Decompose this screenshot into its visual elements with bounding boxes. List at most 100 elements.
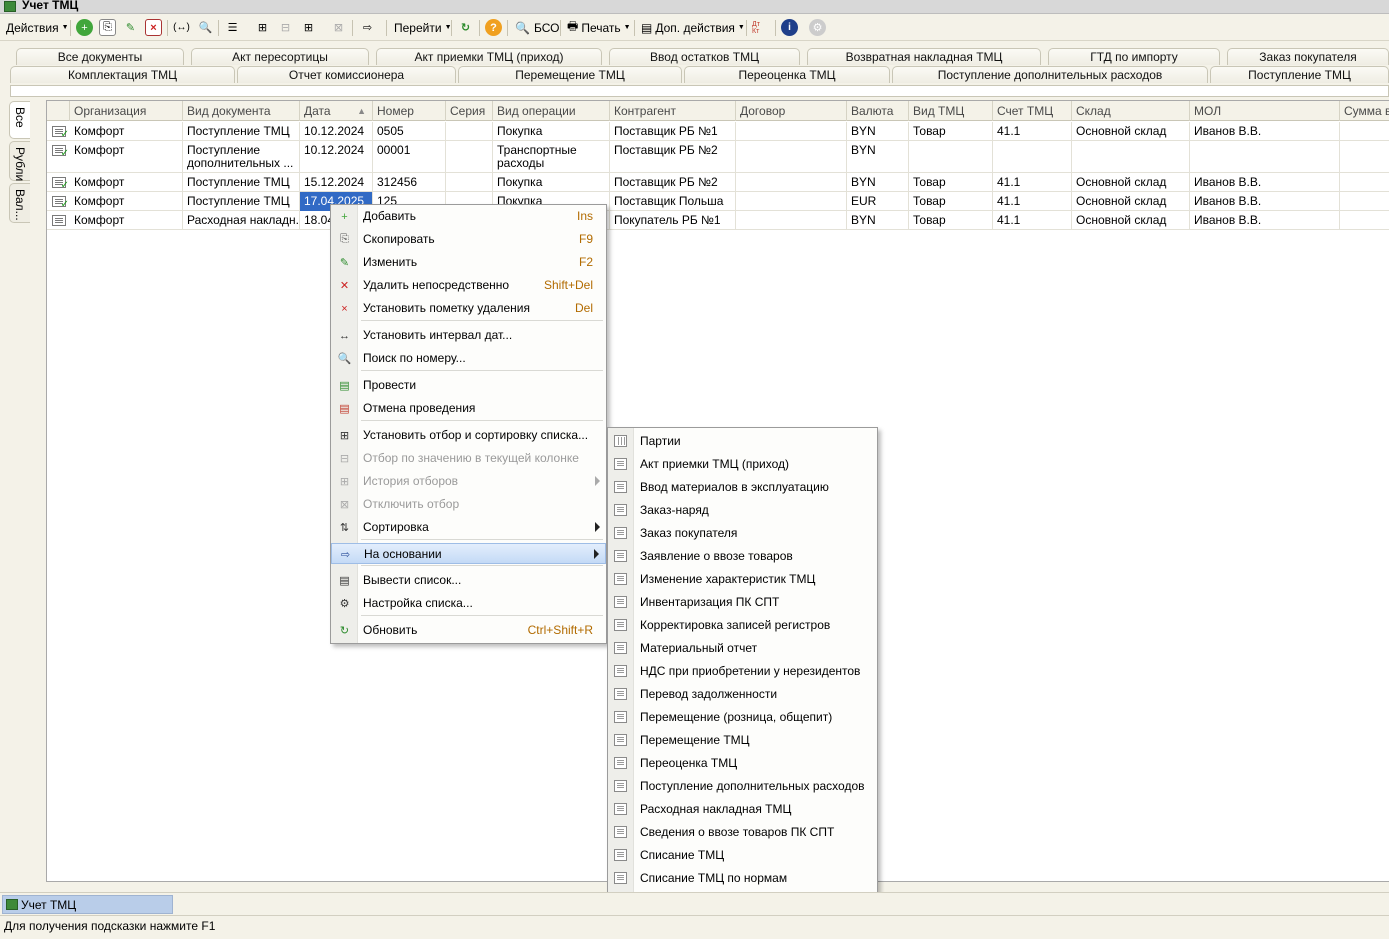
header-number[interactable]: Номер (373, 101, 446, 121)
cell-acc[interactable]: 41.1 (993, 192, 1072, 211)
cell-agent[interactable]: Поставщик РБ №2 (610, 173, 736, 192)
tab-return-invoice[interactable]: Возвратная накладная ТМЦ (807, 48, 1041, 65)
cell-ser[interactable] (446, 173, 493, 192)
menu-item-mark-delete[interactable]: × Установить пометку удаления Del (331, 298, 606, 319)
menu-item-based-on[interactable]: ⇨ На основании (331, 543, 606, 564)
submenu-item[interactable]: Ввод материалов в эксплуатацию (608, 476, 877, 498)
mark-delete-icon[interactable]: × (145, 19, 162, 36)
menu-item-edit[interactable]: ✎ Изменить F2 (331, 252, 606, 273)
cell-mol[interactable] (1190, 141, 1340, 173)
submenu-item[interactable]: Перемещение (розница, общепит) (608, 706, 877, 728)
tab-commission-report[interactable]: Отчет комиссионера (237, 66, 456, 83)
menu-item-date-interval[interactable]: ↔ Установить интервал дат... (331, 325, 606, 346)
post-icon[interactable]: ☰ (224, 19, 241, 36)
menu-item-copy[interactable]: ⎘ Скопировать F9 (331, 229, 606, 250)
cell-org[interactable]: Комфорт (70, 192, 183, 211)
cell-sum[interactable] (1340, 173, 1389, 192)
header-warehouse[interactable]: Склад (1072, 101, 1190, 121)
cell-contract[interactable] (736, 173, 847, 192)
tab-regrading-act[interactable]: Акт пересортицы (191, 48, 369, 65)
header-doc-type[interactable]: Вид документа (183, 101, 300, 121)
submenu-item[interactable]: НДС при приобретении у нерезидентов (608, 660, 877, 682)
cell-acc[interactable]: 41.1 (993, 211, 1072, 230)
based-on-icon[interactable]: ⇨ (359, 19, 376, 36)
cell-kind[interactable]: Товар (909, 192, 993, 211)
cell-cur[interactable]: BYN (847, 141, 909, 173)
submenu-item[interactable]: Партии (608, 430, 877, 452)
cell-agent[interactable]: Поставщик РБ №2 (610, 141, 736, 173)
menu-item-filter-value[interactable]: ⊟ Отбор по значению в текущей колонке (331, 448, 606, 469)
submenu-item[interactable]: Списание ТМЦ по нормам (608, 867, 877, 889)
table-row[interactable]: ✓ Комфорт Поступление ТМЦ 17.04.2025 125 Поку… (47, 192, 1389, 211)
menu-item-add[interactable]: + Добавить Ins (331, 206, 606, 227)
cell-cur[interactable]: BYN (847, 173, 909, 192)
cell-mol[interactable]: Иванов В.В. (1190, 211, 1340, 230)
refresh-icon[interactable]: ↻ (457, 19, 474, 36)
copy-icon[interactable]: ⎘ (99, 19, 116, 36)
tab-additional-costs[interactable]: Поступление дополнительных расходов (892, 66, 1208, 83)
cell-store[interactable]: Основной склад (1072, 173, 1190, 192)
cell-sum[interactable] (1340, 141, 1389, 173)
menu-item-print-list[interactable]: ▤ Вывести список... (331, 570, 606, 591)
extra-actions-menu-button[interactable]: ▤ Доп. действия ▼ (641, 18, 745, 37)
cell-mol[interactable]: Иванов В.В. (1190, 173, 1340, 192)
submenu-item[interactable]: Акт приемки ТМЦ (приход) (608, 453, 877, 475)
submenu-item[interactable]: Заказ покупателя (608, 522, 877, 544)
cell-num[interactable]: 312456 (373, 173, 446, 192)
cell-agent[interactable]: Покупатель РБ №1 (610, 211, 736, 230)
cell-date[interactable]: 10.12.2024 (300, 141, 373, 173)
cell-num[interactable]: 0505 (373, 122, 446, 141)
tab-revaluation[interactable]: Переоценка ТМЦ (684, 66, 890, 83)
cell-op[interactable]: Покупка (493, 122, 610, 141)
cell-contract[interactable] (736, 211, 847, 230)
cell-org[interactable]: Комфорт (70, 173, 183, 192)
cell-doc[interactable]: Поступление ТМЦ (183, 192, 300, 211)
menu-item-post[interactable]: ▤ Провести (331, 375, 606, 396)
help-icon[interactable]: ? (485, 19, 502, 36)
header-sum[interactable]: Сумма во (1340, 101, 1389, 121)
submenu-item[interactable]: Перемещение ТМЦ (608, 729, 877, 751)
cell-ser[interactable] (446, 122, 493, 141)
cell-mol[interactable]: Иванов В.В. (1190, 192, 1340, 211)
submenu-item[interactable]: Корректировка записей регистров (608, 614, 877, 636)
cell-org[interactable]: Комфорт (70, 211, 183, 230)
cell-contract[interactable] (736, 122, 847, 141)
cell-agent[interactable]: Поставщик Польша (610, 192, 736, 211)
date-interval-icon[interactable]: (↔) (173, 19, 190, 36)
filter-history-icon[interactable]: ⊞ (300, 19, 317, 36)
submenu-item[interactable]: Материальный отчет (608, 637, 877, 659)
cell-acc[interactable]: 41.1 (993, 173, 1072, 192)
table-row[interactable]: ✓ Комфорт Поступление дополнительных ... 10… (47, 141, 1389, 173)
cell-kind[interactable]: Товар (909, 173, 993, 192)
tab-customer-order[interactable]: Заказ покупателя (1227, 48, 1389, 65)
tab-goods-receipt[interactable]: Поступление ТМЦ (1210, 66, 1389, 83)
cell-doc[interactable]: Расходная накладн... (183, 211, 300, 230)
header-operation[interactable]: Вид операции (493, 101, 610, 121)
add-icon[interactable]: + (76, 19, 93, 36)
submenu-item[interactable]: Перевод задолженности (608, 683, 877, 705)
cell-store[interactable]: Основной склад (1072, 192, 1190, 211)
cell-kind[interactable] (909, 141, 993, 173)
menu-item-refresh[interactable]: ↻ Обновить Ctrl+Shift+R (331, 620, 606, 641)
cell-doc[interactable]: Поступление ТМЦ (183, 122, 300, 141)
info-icon[interactable]: i (781, 19, 798, 36)
side-tab-all[interactable]: Все (9, 101, 30, 139)
submenu-item[interactable]: Списание ТМЦ (608, 844, 877, 866)
menu-item-filter-off[interactable]: ⊠ Отключить отбор (331, 494, 606, 515)
cell-kind[interactable]: Товар (909, 211, 993, 230)
cell-ser[interactable] (446, 141, 493, 173)
cell-contract[interactable] (736, 192, 847, 211)
cell-num[interactable]: 00001 (373, 141, 446, 173)
bso-button[interactable]: 🔍 БСО (515, 18, 559, 37)
cell-store[interactable]: Основной склад (1072, 211, 1190, 230)
submenu-item[interactable]: Сведения о ввозе товаров ПК СПТ (608, 821, 877, 843)
filter-sort-icon[interactable]: ⊞ (254, 19, 271, 36)
submenu-item[interactable]: Заказ-наряд (608, 499, 877, 521)
cell-cur[interactable]: BYN (847, 211, 909, 230)
print-menu-button[interactable]: 🖶 Печать ▼ (567, 18, 631, 37)
menu-item-unpost[interactable]: ▤ Отмена проведения (331, 398, 606, 419)
table-row[interactable]: ✓ Комфорт Поступление ТМЦ 10.12.2024 0505 Пок… (47, 122, 1389, 141)
header-currency[interactable]: Валюта (847, 101, 909, 121)
cell-date[interactable]: 15.12.2024 (300, 173, 373, 192)
tab-acceptance-act[interactable]: Акт приемки ТМЦ (приход) (376, 48, 602, 65)
